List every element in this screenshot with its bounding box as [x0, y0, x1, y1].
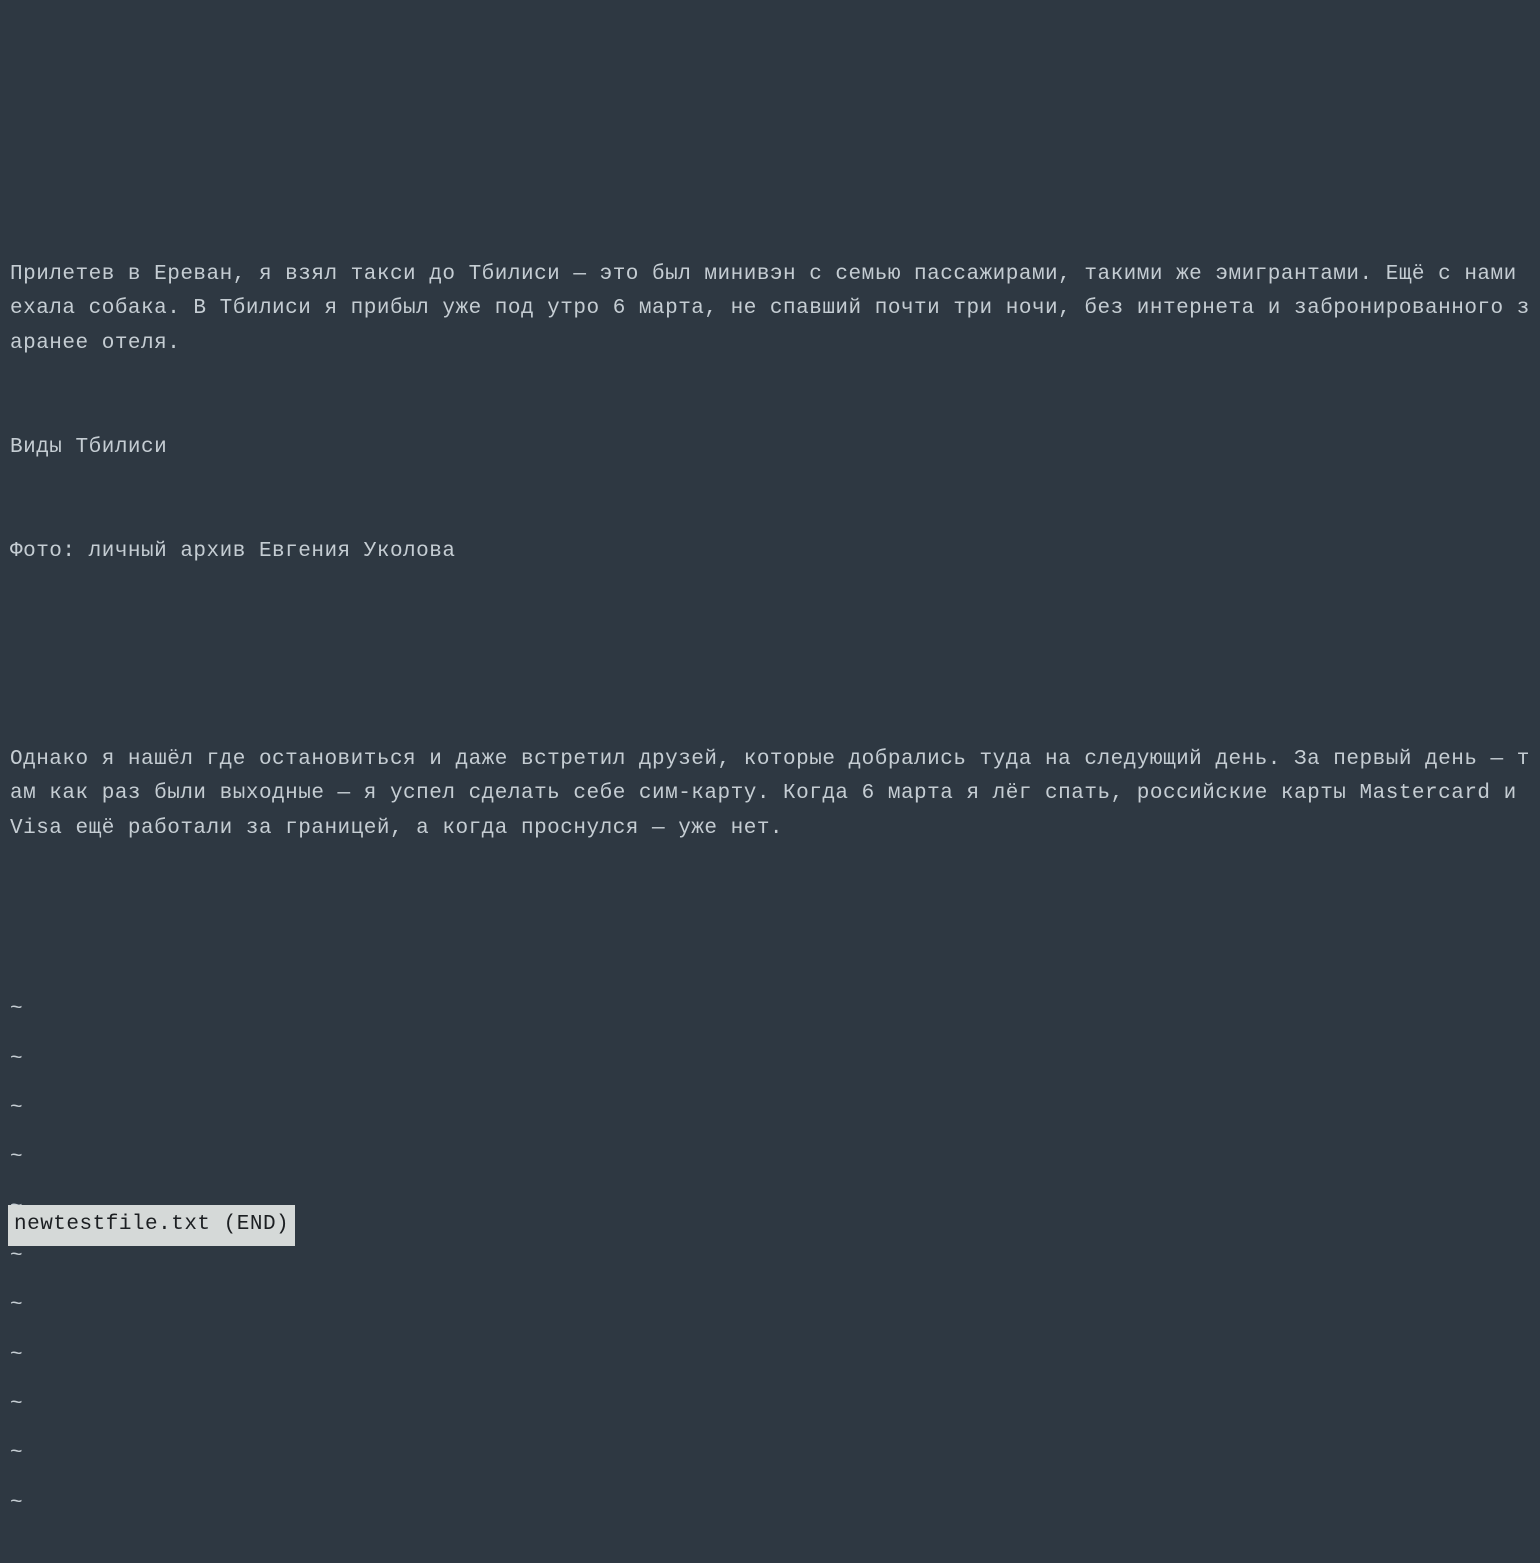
paragraph-2: Однако я нашёл где остановиться и даже в…: [10, 743, 1532, 847]
pager-status-bar: newtestfile.txt (END): [8, 1205, 295, 1246]
paragraph-1: Прилетев в Ереван, я взял такси до Тбили…: [10, 258, 1532, 362]
caption-credit: Фото: личный архив Евгения Уколова: [10, 535, 1532, 570]
empty-line-tilde: ~: [10, 1035, 1540, 1084]
terminal-viewport[interactable]: Прилетев в Ереван, я взял такси до Тбили…: [0, 0, 1540, 1563]
empty-line-tilde: ~: [10, 1133, 1540, 1182]
status-filename: newtestfile.txt: [14, 1213, 211, 1236]
empty-line-tilde: ~: [10, 1281, 1540, 1330]
empty-line-tilde: ~: [10, 1479, 1540, 1528]
empty-line-tilde: ~: [10, 985, 1540, 1034]
empty-line-tilde: ~: [10, 1380, 1540, 1429]
empty-line-tilde: ~: [10, 1331, 1540, 1380]
file-content: Прилетев в Ереван, я взял такси до Тбили…: [0, 189, 1540, 916]
empty-line-tilde: ~: [10, 1084, 1540, 1133]
empty-line-tilde: ~: [10, 1429, 1540, 1478]
empty-lines-region: ~~~~~~~~~~~: [0, 985, 1540, 1528]
caption-heading: Виды Тбилиси: [10, 431, 1532, 466]
status-position: (END): [224, 1213, 290, 1236]
